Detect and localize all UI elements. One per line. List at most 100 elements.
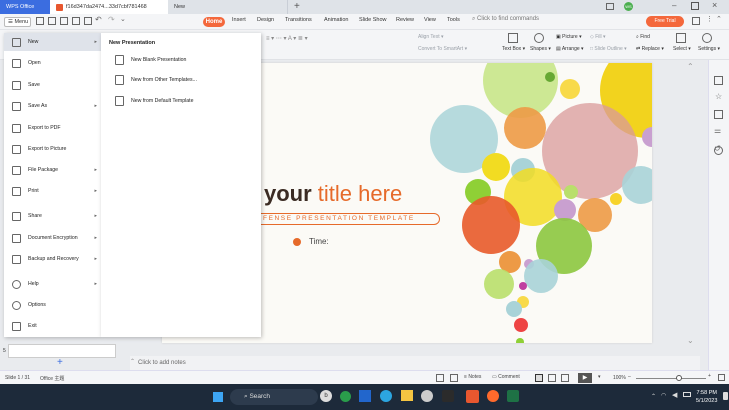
play-icon[interactable]: ▶	[578, 373, 592, 383]
zoom-slider[interactable]	[636, 378, 706, 379]
search-commands[interactable]: ⌕ Click to find commands	[472, 16, 539, 23]
tab-tools[interactable]: Tools	[447, 17, 460, 23]
align-text-button[interactable]: Align Text ▾	[418, 34, 444, 40]
menu-item-save-as[interactable]: Save As ▸	[4, 97, 101, 115]
reading-view-icon[interactable]	[561, 374, 569, 382]
file-explorer-icon[interactable]	[401, 390, 413, 401]
select-icon[interactable]	[676, 33, 686, 43]
taskbar-search[interactable]: ⌕ Search	[230, 389, 318, 405]
slide-time-label[interactable]: Time:	[309, 237, 329, 246]
undo-icon[interactable]: ↶	[95, 15, 102, 24]
new-from-other-templates[interactable]: New from Other Templates...	[115, 75, 197, 85]
format-icon[interactable]	[714, 110, 723, 119]
help-icon[interactable]	[714, 146, 723, 155]
add-slide-icon[interactable]: +	[57, 357, 63, 368]
text-box-button[interactable]: Text Box ▾	[502, 46, 525, 52]
slide-title[interactable]: your title here	[264, 181, 402, 207]
tab-document[interactable]: f16d347da2474...33d7cbf781468	[50, 0, 168, 14]
free-trial-button[interactable]: Free Trial	[646, 16, 684, 27]
tab-view[interactable]: View	[424, 17, 436, 23]
window-layout-icon[interactable]	[606, 3, 614, 10]
comment-button[interactable]: ▭ Comment	[492, 374, 520, 380]
fit-window-icon[interactable]	[718, 374, 725, 381]
picture-button[interactable]: ▣ Picture ▾	[556, 34, 582, 40]
fill-button[interactable]: ◇ Fill ▾	[590, 34, 606, 40]
slide-subtitle[interactable]: FENSE PRESENTATION TEMPLATE	[254, 213, 440, 225]
menu-item-document-encryption[interactable]: Document Encryption ▸	[4, 229, 101, 247]
menu-item-export-pdf[interactable]: Export to PDF	[4, 119, 101, 137]
notes-button[interactable]: ≡ Notes	[464, 374, 481, 380]
find-button[interactable]: ⌕ Find	[636, 34, 650, 40]
tab-review[interactable]: Review	[396, 17, 414, 23]
tab-wps-office[interactable]: WPS Office	[0, 0, 50, 14]
shapes-button[interactable]: Shapes ▾	[530, 46, 551, 52]
pdf-icon[interactable]	[60, 17, 68, 25]
menu-button[interactable]: ☰ Menu	[4, 17, 31, 27]
tab-animation[interactable]: Animation	[324, 17, 348, 23]
text-box-icon[interactable]	[508, 33, 518, 43]
new-from-default-template[interactable]: New from Default Template	[115, 96, 193, 106]
zoom-out-icon[interactable]: –	[628, 374, 631, 380]
protect-icon[interactable]	[450, 374, 458, 382]
menu-item-exit[interactable]: Exit	[4, 317, 101, 335]
tab-home[interactable]: Home	[203, 17, 225, 27]
more-options-icon[interactable]: ⋮	[706, 15, 713, 23]
play-options-icon[interactable]: ▾	[598, 374, 601, 380]
menu-item-open[interactable]: Open	[4, 54, 101, 72]
slide-up-arrow[interactable]: ⌃	[687, 62, 694, 71]
zoom-level[interactable]: 100%	[613, 375, 626, 381]
slide-down-arrow[interactable]: ⌄	[687, 336, 694, 345]
replace-button[interactable]: ⇄ Replace ▾	[636, 46, 664, 52]
new-blank-presentation[interactable]: New Blank Presentation	[115, 55, 186, 65]
tab-design[interactable]: Design	[257, 17, 274, 23]
close-icon[interactable]: ×	[712, 0, 717, 10]
photos-icon[interactable]	[442, 390, 454, 402]
print-icon[interactable]	[72, 17, 80, 25]
slide-thumbnail-5[interactable]: 5	[3, 344, 116, 358]
tray-chevron-icon[interactable]: ⌃	[651, 393, 656, 400]
widget-icon[interactable]: b	[320, 390, 332, 402]
menu-item-options[interactable]: Options	[4, 296, 101, 314]
mail-icon[interactable]	[359, 390, 371, 402]
menu-item-share[interactable]: Share ▸	[4, 207, 101, 225]
preview-icon[interactable]	[84, 17, 92, 25]
menu-item-save[interactable]: Save	[4, 76, 101, 94]
adjust-icon[interactable]: ⚌	[714, 126, 721, 135]
slide-sorter-icon[interactable]	[548, 374, 556, 382]
tab-transitions[interactable]: Transitions	[285, 17, 312, 23]
menu-item-new[interactable]: New ▸	[4, 33, 101, 51]
convert-smartart-button[interactable]: Convert To SmartArt ▾	[418, 46, 467, 52]
redo-icon[interactable]: ↷	[108, 15, 115, 24]
save-icon[interactable]	[48, 17, 56, 25]
telegram-icon[interactable]	[380, 390, 392, 402]
settings-icon[interactable]	[702, 33, 712, 43]
zoom-slider-thumb[interactable]	[676, 375, 682, 381]
normal-view-icon[interactable]	[535, 374, 543, 382]
slide-outline-button[interactable]: □ Slide Outline ▾	[590, 46, 627, 52]
notes-toggle-icon[interactable]: ⌃	[130, 358, 135, 365]
star-icon[interactable]: ☆	[715, 92, 722, 101]
battery-icon[interactable]	[683, 392, 691, 397]
wps-taskbar-icon[interactable]	[466, 390, 479, 403]
maximize-icon[interactable]	[691, 2, 699, 10]
shapes-icon[interactable]	[534, 33, 544, 43]
tab-new[interactable]: New	[168, 0, 288, 14]
menu-item-print[interactable]: Print ▸	[4, 182, 101, 200]
share-icon[interactable]	[692, 17, 700, 25]
add-tab-icon[interactable]: +	[294, 1, 300, 12]
app-icon[interactable]	[421, 390, 433, 402]
settings-button[interactable]: Settings ▾	[698, 46, 720, 52]
tab-insert[interactable]: Insert	[232, 17, 246, 23]
minimize-icon[interactable]: –	[672, 1, 676, 10]
avatar[interactable]: WS	[624, 2, 633, 11]
tab-slide-show[interactable]: Slide Show	[359, 17, 387, 23]
collapse-ribbon-icon[interactable]: ⌃	[716, 15, 722, 23]
notes-pane[interactable]: Click to add notes	[130, 356, 700, 370]
menu-item-backup-recovery[interactable]: Backup and Recovery ▸	[4, 250, 101, 268]
volume-icon[interactable]: ◀	[672, 391, 677, 399]
firefox-icon[interactable]	[487, 390, 499, 402]
wifi-icon[interactable]: ◠	[661, 392, 666, 399]
taskbar-clock[interactable]: 7:58 PM 5/1/2023	[696, 389, 717, 405]
notification-icon[interactable]	[723, 392, 728, 400]
excel-icon[interactable]	[507, 390, 519, 402]
